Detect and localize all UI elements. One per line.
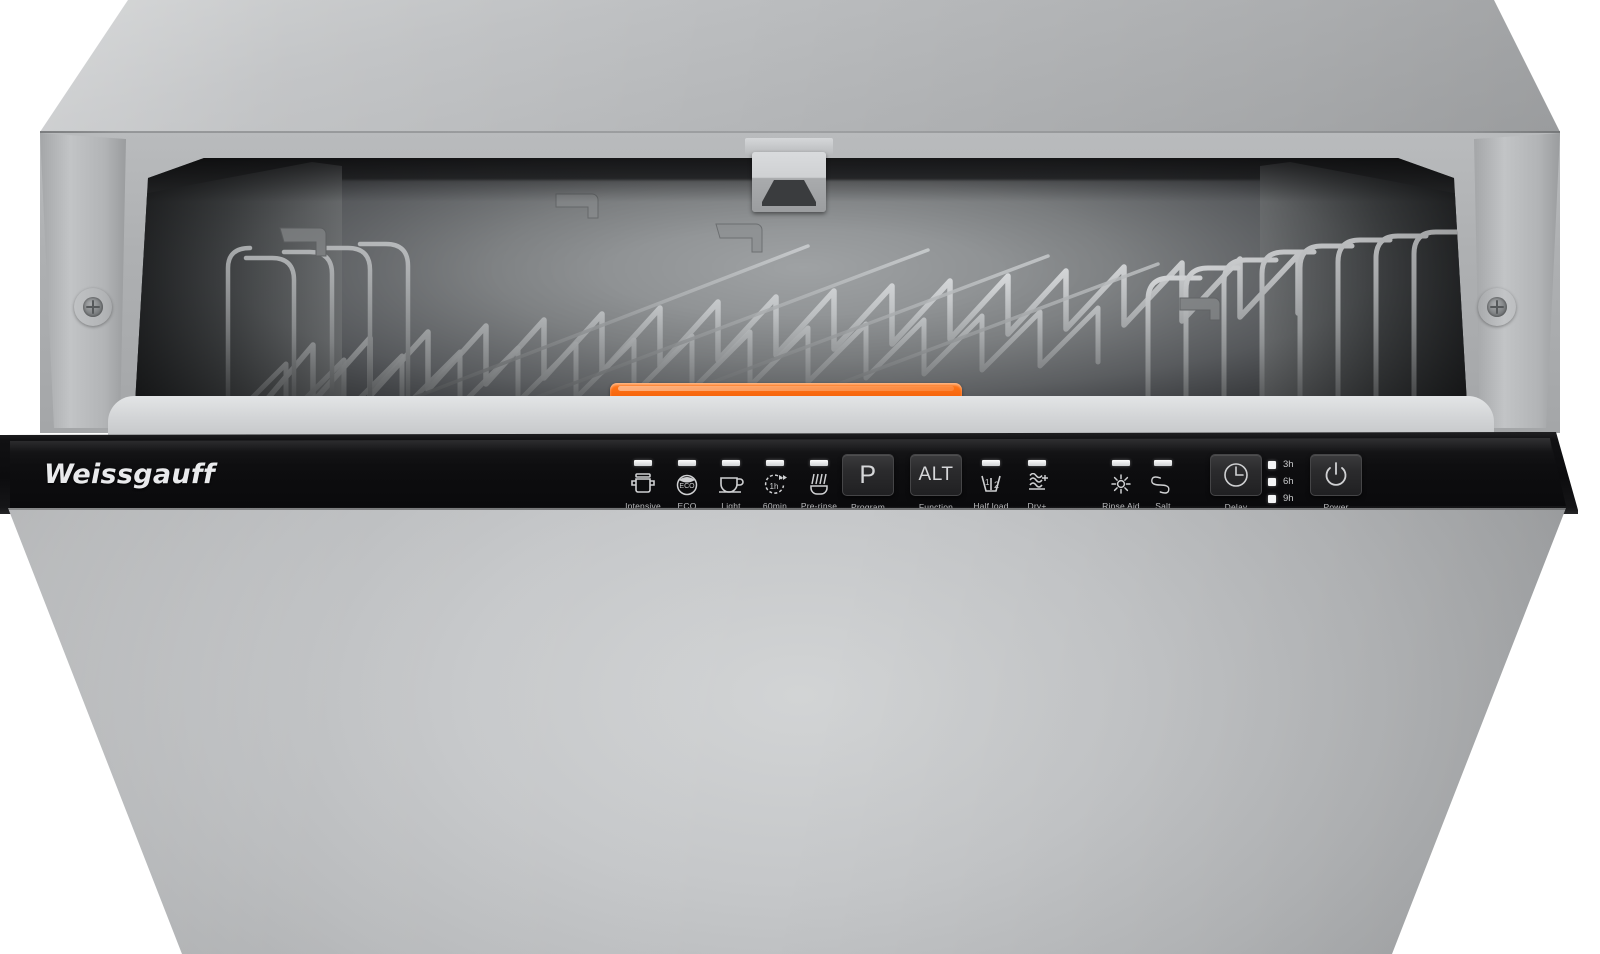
svg-text:1h: 1h <box>770 482 779 491</box>
top-edge-seam <box>40 131 1560 133</box>
led-indicator-half-load <box>982 460 1000 466</box>
program-key-glyph: P <box>859 460 877 489</box>
led-indicator-6h <box>1268 477 1276 486</box>
led-indicator-dry-plus <box>1028 460 1046 466</box>
cabinet-left-stile <box>40 133 126 428</box>
cabinet-right-stile <box>1474 133 1560 428</box>
delay-step-label: 6h <box>1283 476 1294 487</box>
door-latch[interactable] <box>752 152 826 212</box>
screw-head-icon <box>83 297 103 317</box>
led-indicator-rinse-aid <box>1112 460 1130 466</box>
led-indicator-light <box>722 460 740 466</box>
delay-keycap[interactable] <box>1210 454 1262 496</box>
option-dry-plus[interactable]: Dry+ <box>1006 460 1068 511</box>
led-indicator-intensive <box>634 460 652 466</box>
led-indicator-9h <box>1268 494 1276 503</box>
indicator-salt: Salt <box>1132 460 1194 511</box>
svg-text:2: 2 <box>994 480 999 490</box>
program-keycap[interactable]: P <box>842 454 894 496</box>
clock-icon <box>1224 463 1248 487</box>
dry-plus-icon <box>1006 471 1068 497</box>
delay-step-label: 3h <box>1283 459 1294 470</box>
delay-button[interactable]: Delay <box>1205 454 1267 512</box>
right-hinge-screw <box>1478 288 1516 326</box>
led-indicator-eco <box>678 460 696 466</box>
door-top-seam <box>8 508 1566 510</box>
led-indicator-3h <box>1268 460 1276 469</box>
delay-step-label: 9h <box>1283 493 1294 504</box>
latch-catch-opening <box>762 180 816 206</box>
program-button[interactable]: P Program <box>837 454 899 512</box>
top-cover-shading <box>40 0 1560 132</box>
svg-text:ECO: ECO <box>679 483 695 490</box>
function-key-glyph: ALT <box>918 464 954 485</box>
salt-icon <box>1132 471 1194 497</box>
led-indicator-salt <box>1154 460 1172 466</box>
door-sheen <box>8 508 1566 954</box>
control-cluster: Intensive ECO ECO Light 1h 60min Pre-rin… <box>0 432 1578 514</box>
led-indicator-pre-rinse <box>810 460 828 466</box>
screw-head-icon <box>1487 297 1507 317</box>
power-keycap[interactable] <box>1310 454 1362 496</box>
led-indicator-60min <box>766 460 784 466</box>
product-photo: Weissgauff Intensive ECO ECO Light 1h 60… <box>0 0 1600 954</box>
svg-text:1: 1 <box>985 478 990 487</box>
function-keycap[interactable]: ALT <box>910 454 962 496</box>
function-button[interactable]: ALT Function <box>905 454 967 512</box>
power-button[interactable]: Power <box>1305 454 1367 512</box>
power-icon <box>1325 462 1347 486</box>
left-hinge-screw <box>74 288 112 326</box>
